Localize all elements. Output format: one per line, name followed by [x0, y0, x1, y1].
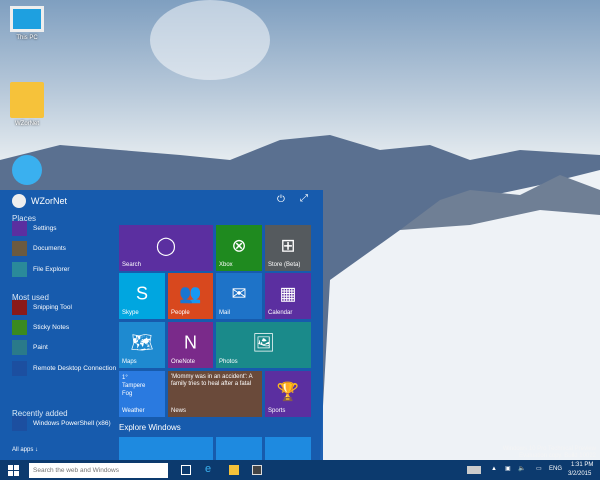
action-center-icon[interactable]: ▭	[536, 465, 542, 472]
app-icon	[12, 261, 27, 277]
task-view-icon[interactable]	[181, 465, 191, 475]
app-icon	[12, 299, 27, 315]
xbox-icon: ⊗	[231, 235, 247, 256]
tile-label: Photos	[219, 359, 238, 365]
section-explore-windows: Explore Windows	[119, 423, 181, 432]
list-item-windows-powershell-x86-[interactable]: Windows PowerShell (x86)	[12, 415, 111, 431]
app-icon	[12, 415, 27, 431]
tile-sports[interactable]: 🏆 Sports	[265, 371, 311, 417]
user-account[interactable]: WZorNet	[12, 194, 67, 208]
tile-store-beta-[interactable]: ⊞ Store (Beta)	[265, 225, 311, 271]
language-indicator[interactable]: ENG	[549, 466, 562, 472]
mail-icon: ✉	[231, 283, 247, 304]
power-icon[interactable]: ⏻	[277, 194, 285, 205]
calendar-icon: ▦	[279, 283, 297, 304]
tile-maps[interactable]: 🗺 Maps	[119, 322, 165, 368]
app-icon	[12, 360, 27, 376]
keyboard-icon[interactable]	[467, 466, 481, 474]
app-icon	[12, 220, 27, 236]
network-tray-icon[interactable]: ▣	[505, 465, 511, 472]
weather-temp: 1°	[122, 375, 128, 381]
avatar	[12, 194, 26, 208]
volume-icon[interactable]: 🔈	[518, 465, 525, 472]
tile-weather[interactable]: 1° Tampere Fog Weather	[119, 371, 165, 417]
tile-label: OneNote	[171, 359, 196, 365]
list-item-documents[interactable]: Documents	[12, 240, 66, 256]
tile-news[interactable]: 'Mommy was in an accident': A family tri…	[168, 371, 262, 417]
clock-time[interactable]: 1:31 PM	[571, 462, 593, 468]
tile-photos[interactable]: 🖼 Photos	[216, 322, 311, 368]
tile-skype[interactable]: S Skype	[119, 273, 165, 319]
tile-label: Skype	[122, 310, 139, 316]
user-folder-icon	[10, 82, 44, 118]
store-icon: ⊞	[280, 235, 296, 256]
tile-onenote[interactable]: N OneNote	[168, 322, 213, 368]
tile-search[interactable]: ◯ Search	[119, 225, 213, 271]
watermark-line: Windows 10 Pro Technical Preview	[502, 446, 596, 452]
show-hidden-icons[interactable]: ▲	[491, 466, 497, 472]
list-item-sticky-notes[interactable]: Sticky Notes	[12, 319, 69, 335]
tile-people[interactable]: 👥 People	[168, 273, 213, 319]
desktop-icon-wzornet[interactable]: WZorNet	[4, 80, 50, 127]
weather-city: Tampere	[122, 383, 146, 389]
list-item-paint[interactable]: Paint	[12, 339, 48, 355]
watermark-line: Evaluation copy. Build 10022	[519, 453, 596, 459]
network-icon	[12, 155, 42, 185]
all-apps-button[interactable]: All apps ↓	[12, 442, 38, 458]
tile-label: News	[171, 408, 187, 414]
list-item-snipping-tool[interactable]: Snipping Tool	[12, 299, 72, 315]
app-icon	[12, 240, 27, 256]
onenote-icon: N	[184, 332, 197, 353]
search-icon: ◯	[155, 235, 177, 256]
news-headline: 'Mommy was in an accident': A family tri…	[171, 374, 253, 387]
tile-label: Maps	[122, 359, 137, 365]
desktop-icon-this-pc[interactable]: This PC	[4, 2, 50, 41]
list-item-settings[interactable]: Settings	[12, 220, 57, 236]
tile-label: Sports	[268, 408, 286, 414]
tile-label: People	[171, 310, 190, 316]
maps-icon: 🗺	[130, 332, 154, 353]
people-icon: 👥	[179, 283, 202, 304]
photos-icon: 🖼	[252, 332, 275, 353]
app-icon	[12, 319, 27, 335]
sports-icon: 🏆	[276, 381, 300, 402]
list-item-file-explorer[interactable]: File Explorer	[12, 261, 69, 277]
expand-icon[interactable]: ⤢	[300, 193, 308, 204]
clock-date[interactable]: 3/2/2015	[568, 471, 591, 477]
start-button[interactable]	[8, 465, 19, 476]
tile-explore-1[interactable]	[119, 437, 213, 460]
computer-icon	[10, 6, 44, 32]
tile-explore-3[interactable]	[265, 437, 311, 460]
tile-mail[interactable]: ✉ Mail	[216, 273, 262, 319]
search-input[interactable]	[29, 463, 168, 478]
weather-condition: Fog	[122, 391, 133, 397]
tile-xbox[interactable]: ⊗ Xbox	[216, 225, 262, 271]
app-icon	[12, 339, 27, 355]
tile-label: Xbox	[219, 262, 233, 268]
store-icon[interactable]	[252, 465, 262, 475]
edge-browser-icon[interactable]: e	[205, 463, 215, 475]
tile-label: Mail	[219, 310, 231, 316]
tile-label: Weather	[122, 408, 145, 414]
taskbar: e ▲ ▣ 🔈 ▭ ENG 1:31 PM 3/2/2015	[0, 460, 600, 480]
tile-explore-2[interactable]	[216, 437, 262, 460]
tile-calendar[interactable]: ▦ Calendar	[265, 273, 311, 319]
skype-icon: S	[135, 283, 149, 304]
tile-label: Calendar	[268, 310, 293, 316]
start-menu: WZorNet ⏻ ⤢ Places Most used Recently ad…	[0, 190, 323, 460]
file-explorer-icon[interactable]	[229, 465, 239, 475]
tile-label: Store (Beta)	[268, 262, 301, 268]
list-item-remote-desktop-connection[interactable]: Remote Desktop Connection	[12, 360, 116, 376]
tile-label: Search	[122, 262, 142, 268]
desktop-icon-network[interactable]	[4, 155, 50, 185]
